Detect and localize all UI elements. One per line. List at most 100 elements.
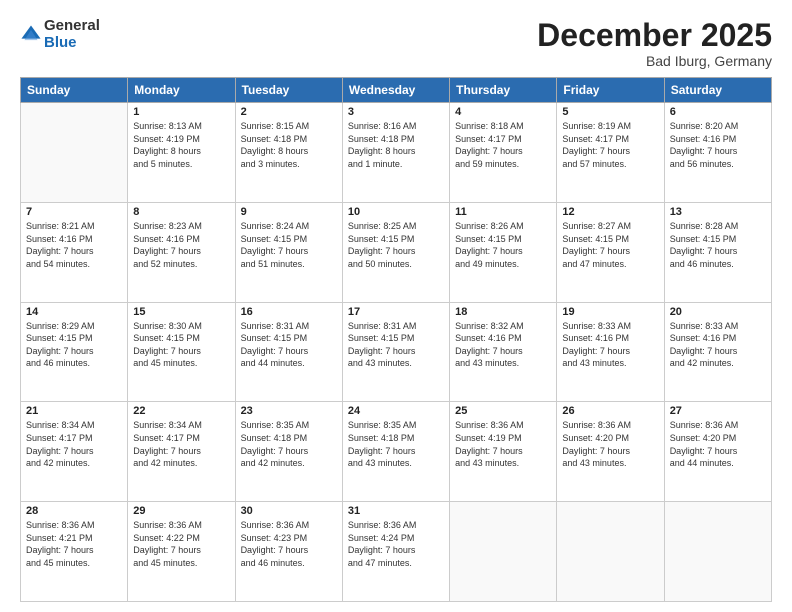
day-number: 28 [26,505,122,517]
day-info: Sunrise: 8:15 AM Sunset: 4:18 PM Dayligh… [241,120,337,170]
day-info: Sunrise: 8:20 AM Sunset: 4:16 PM Dayligh… [670,120,766,170]
calendar-week-1: 7 Sunrise: 8:21 AM Sunset: 4:16 PM Daylig… [21,202,772,302]
day-info: Sunrise: 8:29 AM Sunset: 4:15 PM Dayligh… [26,320,122,370]
header-friday: Friday [557,78,664,103]
calendar-week-2: 14 Sunrise: 8:29 AM Sunset: 4:15 PM Dayli… [21,302,772,402]
calendar-cell: 8 Sunrise: 8:23 AM Sunset: 4:16 PM Daylig… [128,202,235,302]
calendar-cell [664,502,771,602]
calendar-cell: 12 Sunrise: 8:27 AM Sunset: 4:15 PM Dayli… [557,202,664,302]
day-number: 15 [133,306,229,318]
day-number: 8 [133,206,229,218]
day-info: Sunrise: 8:25 AM Sunset: 4:15 PM Dayligh… [348,220,444,270]
calendar-week-4: 28 Sunrise: 8:36 AM Sunset: 4:21 PM Dayli… [21,502,772,602]
day-info: Sunrise: 8:26 AM Sunset: 4:15 PM Dayligh… [455,220,551,270]
day-info: Sunrise: 8:18 AM Sunset: 4:17 PM Dayligh… [455,120,551,170]
calendar-cell: 14 Sunrise: 8:29 AM Sunset: 4:15 PM Dayli… [21,302,128,402]
logo-text: General Blue [44,18,100,51]
header-sunday: Sunday [21,78,128,103]
day-info: Sunrise: 8:31 AM Sunset: 4:15 PM Dayligh… [241,320,337,370]
day-info: Sunrise: 8:28 AM Sunset: 4:15 PM Dayligh… [670,220,766,270]
calendar-cell: 19Sunrise: 8:33 AM Sunset: 4:16 PM Dayli… [557,302,664,402]
calendar-cell: 20Sunrise: 8:33 AM Sunset: 4:16 PM Dayli… [664,302,771,402]
day-number: 20 [670,306,766,318]
calendar-cell: 16 Sunrise: 8:31 AM Sunset: 4:15 PM Dayli… [235,302,342,402]
day-number: 31 [348,505,444,517]
logo-blue: Blue [44,35,100,52]
day-info: Sunrise: 8:36 AM Sunset: 4:21 PM Dayligh… [26,519,122,569]
calendar-header-row: Sunday Monday Tuesday Wednesday Thursday… [21,78,772,103]
title-block: December 2025 Bad Iburg, Germany [537,18,772,69]
calendar-cell: 23Sunrise: 8:35 AM Sunset: 4:18 PM Dayli… [235,402,342,502]
header-saturday: Saturday [664,78,771,103]
calendar-cell: 29Sunrise: 8:36 AM Sunset: 4:22 PM Dayli… [128,502,235,602]
day-info: Sunrise: 8:24 AM Sunset: 4:15 PM Dayligh… [241,220,337,270]
day-number: 5 [562,106,658,118]
calendar-cell: 17Sunrise: 8:31 AM Sunset: 4:15 PM Dayli… [342,302,449,402]
calendar-cell: 21Sunrise: 8:34 AM Sunset: 4:17 PM Dayli… [21,402,128,502]
header-wednesday: Wednesday [342,78,449,103]
calendar-cell: 5 Sunrise: 8:19 AM Sunset: 4:17 PM Daylig… [557,103,664,203]
day-number: 10 [348,206,444,218]
day-number: 23 [241,405,337,417]
day-number: 3 [348,106,444,118]
day-info: Sunrise: 8:36 AM Sunset: 4:23 PM Dayligh… [241,519,337,569]
day-number: 1 [133,106,229,118]
day-number: 14 [26,306,122,318]
calendar-cell [557,502,664,602]
calendar-cell: 24 Sunrise: 8:35 AM Sunset: 4:18 PM Dayli… [342,402,449,502]
calendar-cell: 13Sunrise: 8:28 AM Sunset: 4:15 PM Dayli… [664,202,771,302]
day-number: 24 [348,405,444,417]
day-info: Sunrise: 8:27 AM Sunset: 4:15 PM Dayligh… [562,220,658,270]
calendar-cell: 11 Sunrise: 8:26 AM Sunset: 4:15 PM Dayli… [450,202,557,302]
day-number: 9 [241,206,337,218]
day-number: 12 [562,206,658,218]
day-info: Sunrise: 8:21 AM Sunset: 4:16 PM Dayligh… [26,220,122,270]
calendar-week-3: 21Sunrise: 8:34 AM Sunset: 4:17 PM Dayli… [21,402,772,502]
month-title: December 2025 [537,18,772,53]
calendar-cell: 28 Sunrise: 8:36 AM Sunset: 4:21 PM Dayli… [21,502,128,602]
day-info: Sunrise: 8:36 AM Sunset: 4:22 PM Dayligh… [133,519,229,569]
day-number: 18 [455,306,551,318]
calendar-cell: 2 Sunrise: 8:15 AM Sunset: 4:18 PM Daylig… [235,103,342,203]
calendar-cell: 31Sunrise: 8:36 AM Sunset: 4:24 PM Dayli… [342,502,449,602]
day-info: Sunrise: 8:23 AM Sunset: 4:16 PM Dayligh… [133,220,229,270]
day-number: 7 [26,206,122,218]
header-tuesday: Tuesday [235,78,342,103]
location-subtitle: Bad Iburg, Germany [537,53,772,69]
day-info: Sunrise: 8:35 AM Sunset: 4:18 PM Dayligh… [348,419,444,469]
calendar-cell: 3 Sunrise: 8:16 AM Sunset: 4:18 PM Daylig… [342,103,449,203]
calendar-cell: 15Sunrise: 8:30 AM Sunset: 4:15 PM Dayli… [128,302,235,402]
calendar-cell: 27 Sunrise: 8:36 AM Sunset: 4:20 PM Dayli… [664,402,771,502]
calendar-cell: 10 Sunrise: 8:25 AM Sunset: 4:15 PM Dayli… [342,202,449,302]
day-info: Sunrise: 8:36 AM Sunset: 4:19 PM Dayligh… [455,419,551,469]
day-number: 27 [670,405,766,417]
calendar-table: Sunday Monday Tuesday Wednesday Thursday… [20,77,772,602]
logo-icon [20,24,42,46]
header-thursday: Thursday [450,78,557,103]
calendar-cell: 30 Sunrise: 8:36 AM Sunset: 4:23 PM Dayli… [235,502,342,602]
calendar-cell: 9 Sunrise: 8:24 AM Sunset: 4:15 PM Daylig… [235,202,342,302]
day-number: 2 [241,106,337,118]
day-number: 22 [133,405,229,417]
calendar-cell [21,103,128,203]
day-info: Sunrise: 8:36 AM Sunset: 4:20 PM Dayligh… [670,419,766,469]
day-info: Sunrise: 8:33 AM Sunset: 4:16 PM Dayligh… [562,320,658,370]
day-number: 25 [455,405,551,417]
page: General Blue December 2025 Bad Iburg, Ge… [0,0,792,612]
day-number: 11 [455,206,551,218]
day-info: Sunrise: 8:32 AM Sunset: 4:16 PM Dayligh… [455,320,551,370]
day-info: Sunrise: 8:19 AM Sunset: 4:17 PM Dayligh… [562,120,658,170]
day-info: Sunrise: 8:16 AM Sunset: 4:18 PM Dayligh… [348,120,444,170]
calendar-cell: 18 Sunrise: 8:32 AM Sunset: 4:16 PM Dayli… [450,302,557,402]
day-number: 4 [455,106,551,118]
header-monday: Monday [128,78,235,103]
day-number: 26 [562,405,658,417]
day-number: 16 [241,306,337,318]
day-number: 30 [241,505,337,517]
day-number: 21 [26,405,122,417]
day-number: 17 [348,306,444,318]
header: General Blue December 2025 Bad Iburg, Ge… [20,18,772,69]
calendar-cell: 1Sunrise: 8:13 AM Sunset: 4:19 PM Daylig… [128,103,235,203]
day-info: Sunrise: 8:36 AM Sunset: 4:20 PM Dayligh… [562,419,658,469]
calendar-cell: 22Sunrise: 8:34 AM Sunset: 4:17 PM Dayli… [128,402,235,502]
